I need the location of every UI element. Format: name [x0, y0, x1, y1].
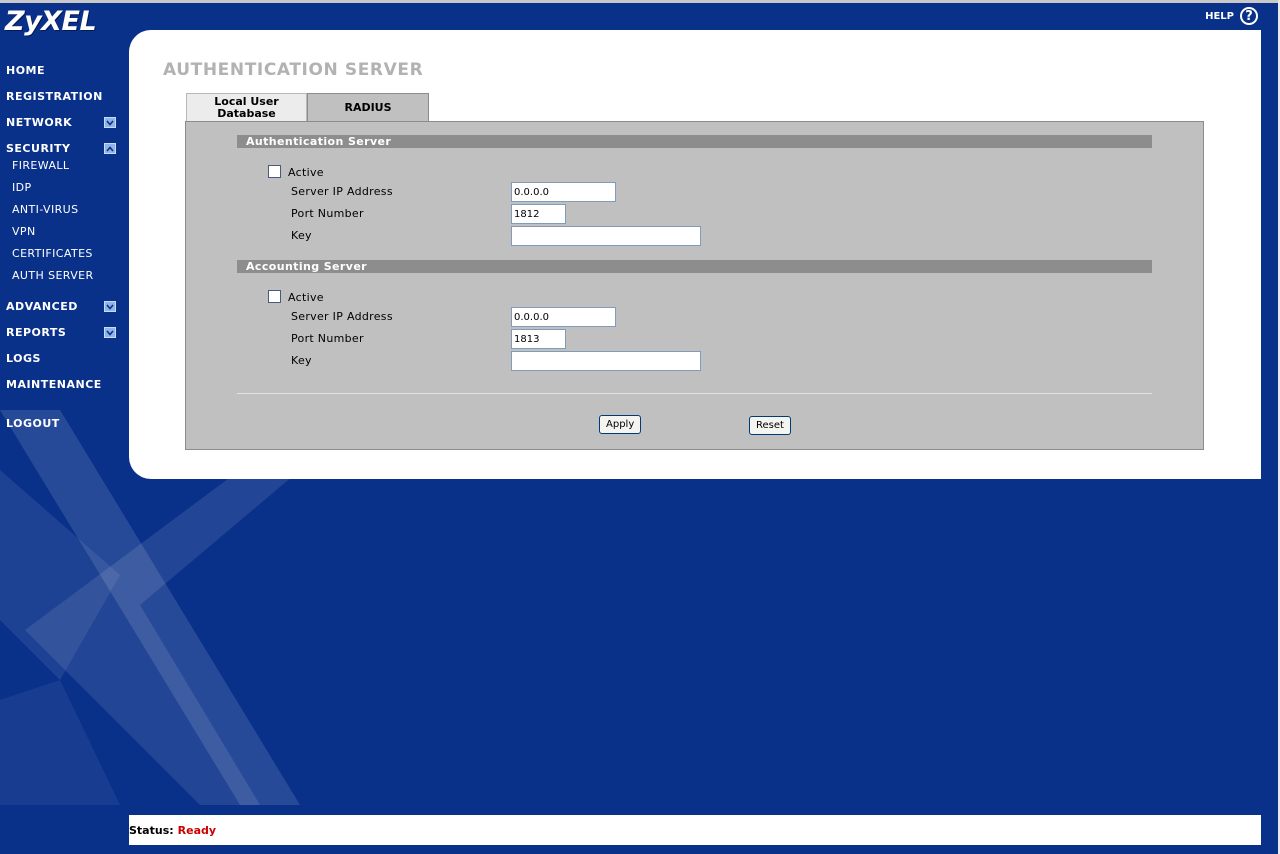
sidebar-item-network[interactable]: NETWORK: [6, 116, 116, 129]
main-panel: AUTHENTICATION SERVER Local User Databas…: [129, 30, 1261, 479]
form-divider: [237, 393, 1152, 394]
radius-settings-form: Authentication Server Active Server IP A…: [185, 121, 1204, 450]
auth-port-label: Port Number: [291, 207, 364, 220]
auth-active-label: Active: [288, 166, 324, 179]
sidebar-item-label: REPORTS: [6, 326, 67, 339]
sidebar-item-label: ADVANCED: [6, 300, 78, 313]
acct-active-checkbox[interactable]: [268, 290, 281, 303]
apply-button[interactable]: Apply: [599, 415, 642, 434]
sidebar-item-logout[interactable]: LOGOUT: [6, 417, 116, 430]
help-label: HELP: [1205, 10, 1234, 22]
expand-arrow-icon[interactable]: [104, 117, 116, 128]
sidebar-subitem-anti-virus[interactable]: ANTI-VIRUS: [12, 203, 79, 216]
auth-active-checkbox[interactable]: [268, 165, 281, 178]
sidebar-item-registration[interactable]: REGISTRATION: [6, 90, 116, 103]
sidebar-item-reports[interactable]: REPORTS: [6, 326, 116, 339]
status-bar: Status: Ready: [129, 815, 1261, 845]
sidebar-item-label: HOME: [6, 64, 46, 77]
sidebar-item-label: LOGS: [6, 352, 41, 365]
sidebar-item-label: REGISTRATION: [6, 90, 103, 103]
sidebar-item-maintenance[interactable]: MAINTENANCE: [6, 378, 116, 391]
acct-ip-label: Server IP Address: [291, 310, 393, 323]
acct-active-label: Active: [288, 291, 324, 304]
auth-key-label: Key: [291, 229, 312, 242]
section-header-authentication-server: Authentication Server: [237, 135, 1152, 148]
sidebar-subitem-idp[interactable]: IDP: [12, 181, 32, 194]
section-header-accounting-server: Accounting Server: [237, 260, 1152, 273]
reset-button[interactable]: Reset: [749, 416, 791, 435]
sidebar-subitem-firewall[interactable]: FIREWALL: [12, 159, 69, 172]
zyxel-logo: ZyXEL: [5, 6, 97, 37]
auth-ip-label: Server IP Address: [291, 185, 393, 198]
sidebar-subitem-auth-server[interactable]: AUTH SERVER: [12, 269, 94, 282]
auth-port-input[interactable]: [511, 204, 566, 224]
page-title: AUTHENTICATION SERVER: [163, 60, 424, 80]
sidebar-subitem-vpn[interactable]: VPN: [12, 225, 36, 238]
question-circle-icon[interactable]: ?: [1240, 7, 1258, 25]
sidebar-item-label: SECURITY: [6, 142, 71, 155]
status-label: Status:: [129, 823, 174, 837]
collapse-arrow-icon[interactable]: [104, 143, 116, 154]
sidebar-item-label: NETWORK: [6, 116, 73, 129]
sidebar-item-advanced[interactable]: ADVANCED: [6, 300, 116, 313]
acct-port-input[interactable]: [511, 329, 566, 349]
sidebar-item-security[interactable]: SECURITY: [6, 142, 116, 155]
sidebar-item-logs[interactable]: LOGS: [6, 352, 116, 365]
sidebar-subitem-certificates[interactable]: CERTIFICATES: [12, 247, 93, 260]
acct-key-label: Key: [291, 354, 312, 367]
sidebar-item-label: MAINTENANCE: [6, 378, 102, 391]
tab-radius[interactable]: RADIUS: [307, 93, 429, 121]
acct-key-input[interactable]: [511, 351, 701, 371]
expand-arrow-icon[interactable]: [104, 301, 116, 312]
auth-server-ip-input[interactable]: [511, 182, 616, 202]
status-value: Ready: [177, 823, 217, 837]
sidebar-item-label: LOGOUT: [6, 417, 60, 430]
acct-server-ip-input[interactable]: [511, 307, 616, 327]
tab-local-user-database[interactable]: Local User Database: [186, 93, 307, 121]
auth-key-input[interactable]: [511, 226, 701, 246]
sidebar-item-home[interactable]: HOME: [6, 64, 116, 77]
help-link[interactable]: HELP ?: [1205, 7, 1258, 25]
expand-arrow-icon[interactable]: [104, 327, 116, 338]
acct-port-label: Port Number: [291, 332, 364, 345]
